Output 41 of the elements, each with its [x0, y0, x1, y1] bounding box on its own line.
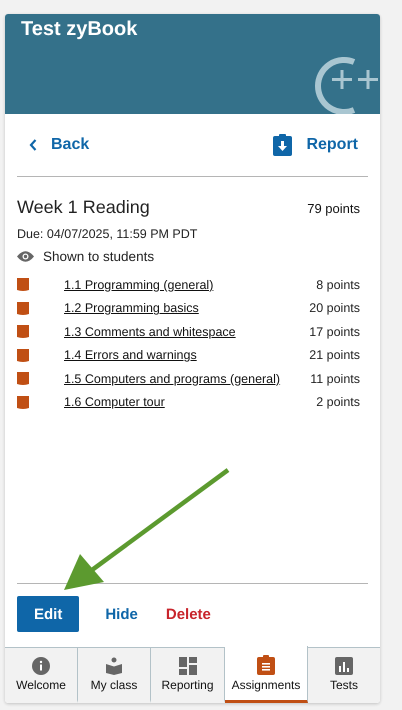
section-link[interactable]: 1.1 Programming (general)	[64, 278, 214, 292]
book-icon	[17, 348, 29, 362]
section-points: 20 points	[309, 301, 360, 316]
nav-tab[interactable]: Reporting	[151, 648, 225, 703]
book-icon	[17, 372, 29, 386]
edit-button[interactable]: Edit	[17, 596, 80, 632]
book-icon	[17, 278, 29, 292]
book-icon	[17, 302, 29, 315]
due-date: Due: 04/07/2025, 11:59 PM PDT	[17, 227, 198, 241]
delete-button[interactable]: Delete	[164, 596, 213, 632]
section-points: 11 points	[310, 372, 360, 386]
nav-tab[interactable]: Assignments	[225, 646, 308, 703]
eye-icon	[17, 251, 34, 262]
clipboard-download-icon	[273, 134, 292, 156]
clipboard-icon	[257, 654, 275, 674]
chevron-left-icon	[29, 139, 37, 151]
visibility-status: Shown to students	[43, 249, 154, 264]
section-link[interactable]: 1.5 Computers and programs (general)	[64, 372, 280, 386]
nav-tab[interactable]: My class	[78, 648, 151, 703]
section-link[interactable]: 1.4 Errors and warnings	[64, 348, 197, 362]
bar-chart-icon	[335, 656, 353, 674]
section-points: 21 points	[309, 348, 360, 362]
back-link[interactable]: Back	[29, 136, 90, 154]
section-link[interactable]: 1.2 Programming basics	[64, 301, 199, 316]
section-link[interactable]: 1.6 Computer tour	[64, 395, 165, 410]
section-link[interactable]: 1.3 Comments and whitespace	[64, 324, 236, 339]
nav-tab[interactable]: Tests	[308, 648, 380, 703]
reader-icon	[105, 656, 123, 674]
book-icon	[17, 396, 29, 409]
total-points: 79 points	[307, 201, 360, 216]
nav-tab[interactable]: Welcome	[5, 648, 78, 703]
info-icon	[32, 656, 50, 674]
assignment-title: Week 1 Reading	[17, 197, 150, 218]
section-points: 2 points	[316, 395, 360, 410]
book-icon	[17, 325, 29, 338]
report-link[interactable]: Report	[273, 134, 358, 156]
hide-button[interactable]: Hide	[103, 596, 140, 632]
section-points: 17 points	[309, 324, 360, 339]
book-title: Test zyBook	[21, 18, 138, 41]
dashboard-icon	[178, 656, 196, 674]
section-points: 8 points	[316, 278, 360, 292]
